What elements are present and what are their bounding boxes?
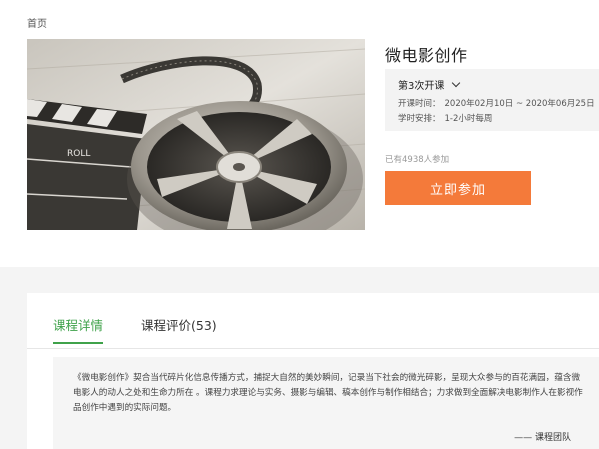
breadcrumb-home[interactable]: 首页: [27, 15, 47, 30]
course-cover-image: ROLL: [27, 39, 365, 230]
course-time-value: 2020年02月10日 ~ 2020年06月25日: [444, 99, 595, 109]
tab-course-details[interactable]: 课程详情: [53, 315, 104, 344]
schedule-label: 学时安排：: [398, 114, 441, 124]
session-select[interactable]: 第3次开课: [398, 77, 461, 92]
schedule-line: 学时安排： 1-2小时每周: [398, 112, 492, 124]
details-panel: 课程详情 课程评价(53) 《微电影创作》契合当代碎片化信息传播方式，捕捉大自然…: [27, 293, 599, 449]
chevron-down-icon: [452, 78, 461, 88]
detail-tabs: 课程详情 课程评价(53): [53, 315, 255, 344]
course-description: 《微电影创作》契合当代碎片化信息传播方式，捕捉大自然的美妙瞬间，记录当下社会的微…: [73, 373, 583, 413]
course-title: 微电影创作: [385, 46, 468, 65]
session-select-label: 第3次开课: [398, 81, 445, 92]
description-signature: —— 课程团队: [514, 433, 571, 443]
course-time-line: 开课时间： 2020年02月10日 ~ 2020年06月25日: [398, 97, 595, 109]
session-info-box: 第3次开课 开课时间： 2020年02月10日 ~ 2020年06月25日 学时安…: [385, 69, 599, 131]
tab-course-reviews[interactable]: 课程评价(53): [141, 315, 217, 344]
cover-roll-text: ROLL: [67, 149, 90, 159]
join-course-button[interactable]: 立即参加: [385, 171, 531, 205]
course-page: 首页 ROLL 微电影创作 第3次开课 开课时间： 2020年02月10日 ~ …: [0, 0, 599, 449]
enrolled-count: 已有4938人参加: [385, 155, 450, 165]
tab-divider: [27, 348, 599, 349]
course-details-section: 课程详情 课程评价(53) 《微电影创作》契合当代碎片化信息传播方式，捕捉大自然…: [0, 267, 599, 449]
course-time-label: 开课时间：: [398, 99, 441, 109]
description-box: 《微电影创作》契合当代碎片化信息传播方式，捕捉大自然的美妙瞬间，记录当下社会的微…: [53, 357, 599, 449]
schedule-value: 1-2小时每周: [444, 114, 493, 124]
